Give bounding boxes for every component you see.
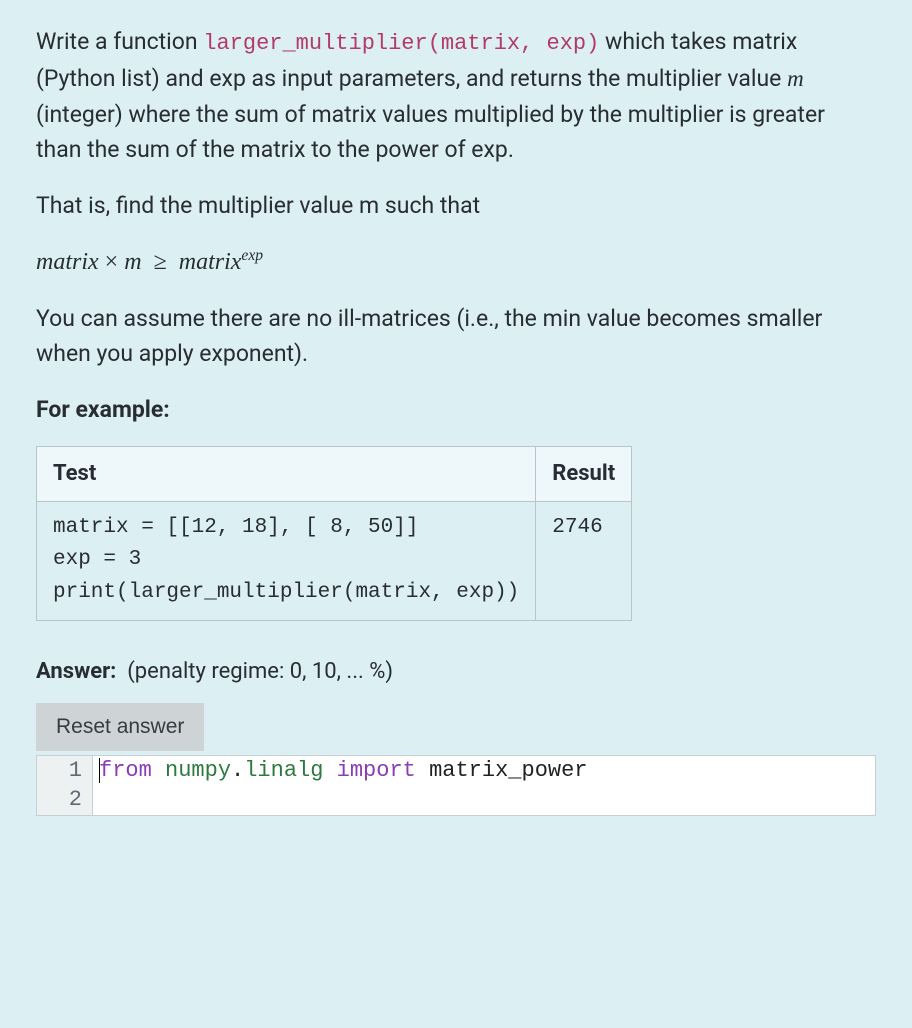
code-token: linalg bbox=[244, 758, 323, 783]
math-rhs-exp: exp bbox=[241, 247, 263, 264]
code-token: from bbox=[99, 758, 152, 783]
math-m: m bbox=[124, 249, 141, 275]
code-token: numpy bbox=[165, 758, 231, 783]
math-times: × bbox=[105, 249, 119, 275]
code-token bbox=[152, 758, 165, 783]
table-row: matrix = [[12, 18], [ 8, 50]] exp = 3 pr… bbox=[37, 501, 632, 620]
table-cell-test: matrix = [[12, 18], [ 8, 50]] exp = 3 pr… bbox=[37, 501, 536, 620]
question-paragraph-2: That is, find the multiplier value m suc… bbox=[36, 188, 876, 224]
code-line[interactable] bbox=[93, 785, 112, 815]
line-number: 2 bbox=[37, 785, 93, 815]
code-line[interactable]: from numpy.linalg import matrix_power bbox=[93, 756, 588, 786]
example-heading: For example: bbox=[36, 392, 876, 428]
code-editor[interactable]: 1from numpy.linalg import matrix_power2 bbox=[36, 755, 876, 816]
math-ge: ≥ bbox=[154, 249, 167, 275]
example-table: Test Result matrix = [[12, 18], [ 8, 50]… bbox=[36, 446, 632, 621]
table-header-test: Test bbox=[37, 446, 536, 501]
line-number: 1 bbox=[37, 756, 93, 786]
answer-penalty: (penalty regime: 0, 10, ... %) bbox=[127, 659, 393, 684]
reset-answer-button[interactable]: Reset answer bbox=[36, 703, 204, 751]
answer-heading: Answer: (penalty regime: 0, 10, ... %) bbox=[36, 655, 876, 689]
math-inequality: matrix × m ≥ matrixexp bbox=[36, 244, 876, 281]
answer-label: Answer: bbox=[36, 659, 116, 684]
function-signature: larger_multiplier(matrix, exp) bbox=[203, 31, 599, 56]
question-paragraph-1: Write a function larger_multiplier(matri… bbox=[36, 24, 876, 168]
editor-row[interactable]: 1from numpy.linalg import matrix_power bbox=[37, 756, 875, 786]
editor-row[interactable]: 2 bbox=[37, 785, 875, 815]
intro-prefix: Write a function bbox=[36, 28, 203, 55]
math-lhs-matrix: matrix bbox=[36, 249, 99, 275]
code-token: import bbox=[337, 758, 416, 783]
table-cell-result: 2746 bbox=[536, 501, 632, 620]
code-token bbox=[323, 758, 336, 783]
code-token: matrix_power bbox=[416, 758, 588, 783]
intro-cont: (integer) where the sum of matrix values… bbox=[36, 101, 825, 164]
table-header-row: Test Result bbox=[37, 446, 632, 501]
code-token: . bbox=[231, 758, 244, 783]
question-body: Write a function larger_multiplier(matri… bbox=[0, 0, 912, 816]
table-header-result: Result bbox=[536, 446, 632, 501]
math-rhs-base: matrix bbox=[179, 249, 242, 275]
question-paragraph-3: You can assume there are no ill-matrices… bbox=[36, 301, 876, 372]
m-variable: m bbox=[787, 66, 804, 91]
